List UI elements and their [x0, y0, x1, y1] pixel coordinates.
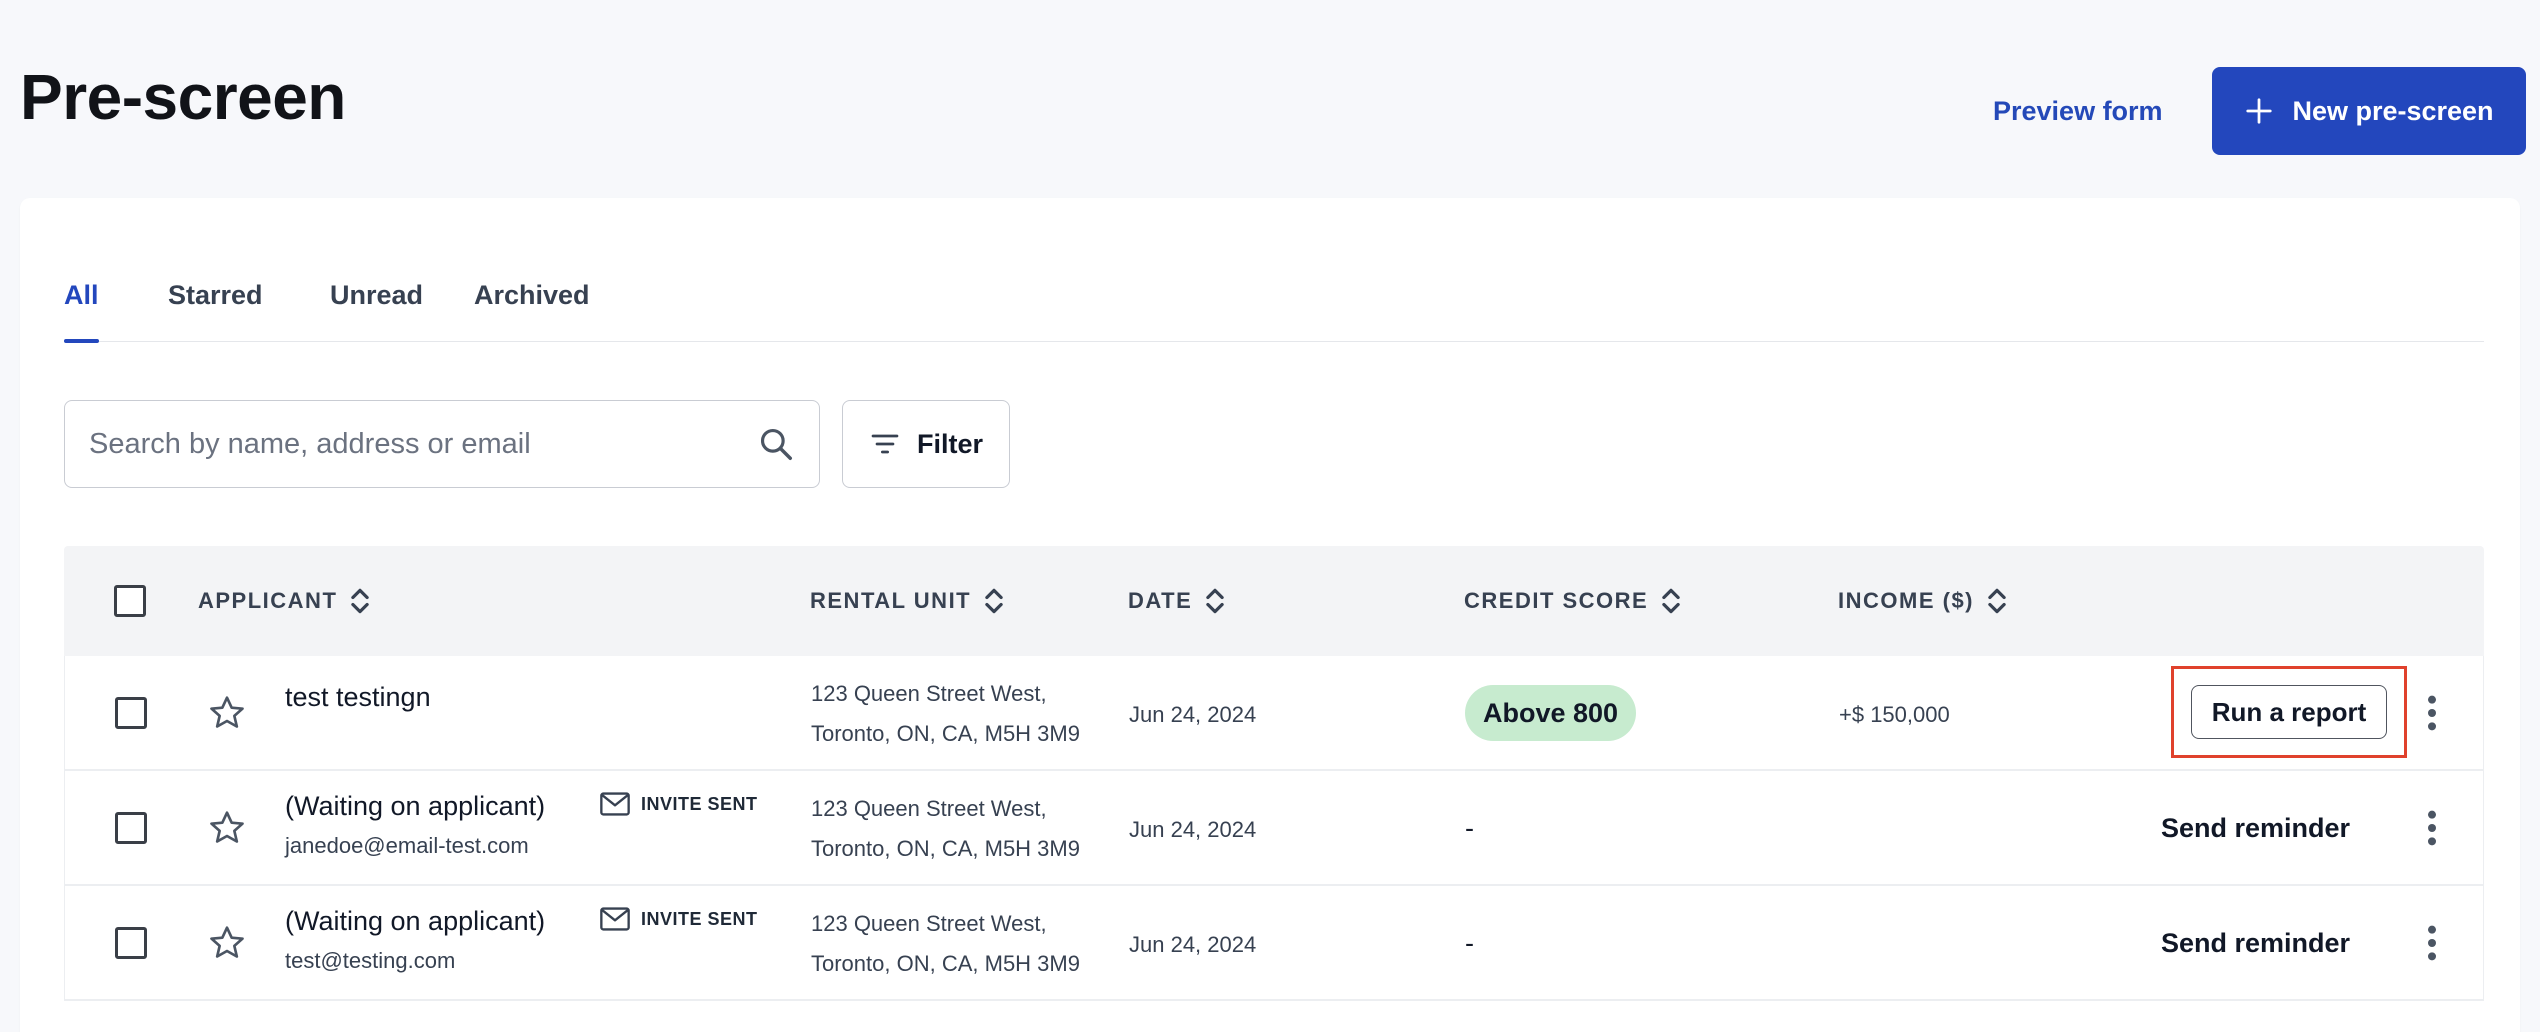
invite-sent-label: INVITE SENT [641, 908, 758, 929]
select-all-checkbox[interactable] [114, 585, 146, 617]
date-value: Jun 24, 2024 [1129, 817, 1257, 842]
date-value: Jun 24, 2024 [1129, 702, 1257, 727]
sort-icon[interactable] [349, 585, 371, 617]
filter-label: Filter [916, 428, 983, 459]
column-date-label: DATE [1128, 588, 1193, 613]
column-credit-score-label: CREDIT SCORE [1464, 588, 1649, 613]
sort-icon[interactable] [1204, 585, 1226, 617]
column-rental-unit-label: RENTAL UNIT [810, 588, 972, 613]
tab-bar: All Starred Unread Archived [64, 280, 2484, 343]
column-applicant: APPLICANT [198, 546, 371, 656]
credit-score-value: - [1465, 813, 1474, 843]
table-row[interactable]: test testingn 123 Queen Street West, Tor… [64, 656, 2484, 771]
search-box [64, 400, 820, 488]
search-input[interactable] [89, 427, 757, 461]
address-line-1: 123 Queen Street West, [811, 911, 1047, 936]
applicant-email: janedoe@email-test.com [285, 833, 529, 858]
address-line-2: Toronto, ON, CA, M5H 3M9 [811, 951, 1080, 976]
tab-starred[interactable]: Starred [168, 280, 263, 342]
search-icon[interactable] [757, 425, 795, 463]
tab-archived[interactable]: Archived [474, 280, 590, 342]
address-line-2: Toronto, ON, CA, M5H 3M9 [811, 836, 1080, 861]
row-checkbox[interactable] [115, 927, 147, 959]
invite-sent-status: INVITE SENT [599, 791, 758, 817]
mail-icon [600, 792, 630, 816]
star-icon[interactable] [207, 808, 247, 848]
new-pre-screen-label: New pre-screen [2292, 95, 2494, 126]
column-applicant-label: APPLICANT [198, 588, 338, 613]
credit-score-badge: Above 800 [1465, 685, 1637, 741]
column-income-label: INCOME ($) [1838, 588, 1974, 613]
send-reminder-button[interactable]: Send reminder [2161, 813, 2350, 844]
row-checkbox[interactable] [115, 812, 147, 844]
rental-unit-address: 123 Queen Street West, Toronto, ON, CA, … [811, 789, 1080, 869]
new-pre-screen-button[interactable]: New pre-screen [2212, 67, 2526, 155]
sort-icon[interactable] [983, 585, 1005, 617]
applicant-email: test@testing.com [285, 948, 456, 973]
applicant-name: (Waiting on applicant) [285, 791, 546, 821]
send-reminder-button[interactable]: Send reminder [2161, 928, 2350, 959]
column-income: INCOME ($) [1838, 546, 2008, 656]
address-line-1: 123 Queen Street West, [811, 681, 1047, 706]
sort-icon[interactable] [1986, 585, 2008, 617]
credit-score-value: - [1465, 928, 1474, 958]
row-checkbox[interactable] [115, 697, 147, 729]
column-credit-score: CREDIT SCORE [1464, 546, 1682, 656]
invite-sent-status: INVITE SENT [599, 906, 758, 932]
more-vertical-icon[interactable] [2425, 808, 2439, 848]
invite-sent-label: INVITE SENT [641, 793, 758, 814]
table-row[interactable]: (Waiting on applicant) INVITE SENT janed… [64, 771, 2484, 886]
address-line-2: Toronto, ON, CA, M5H 3M9 [811, 721, 1080, 746]
star-icon[interactable] [207, 693, 247, 733]
applicant-name: (Waiting on applicant) [285, 906, 546, 936]
plus-icon [2246, 98, 2273, 124]
address-line-1: 123 Queen Street West, [811, 796, 1047, 821]
more-vertical-icon[interactable] [2425, 923, 2439, 963]
more-vertical-icon[interactable] [2425, 693, 2439, 733]
filter-icon [871, 434, 899, 454]
table-row[interactable]: (Waiting on applicant) INVITE SENT test@… [64, 886, 2484, 1001]
tab-unread[interactable]: Unread [330, 280, 423, 342]
column-rental-unit: RENTAL UNIT [810, 546, 1005, 656]
page-title: Pre-screen [20, 61, 346, 133]
rental-unit-address: 123 Queen Street West, Toronto, ON, CA, … [811, 674, 1080, 754]
date-value: Jun 24, 2024 [1129, 932, 1257, 957]
applicants-table: APPLICANT RENTAL UNIT DATE CREDIT SCORE … [64, 546, 2484, 1001]
run-report-button[interactable]: Run a report [2191, 685, 2387, 739]
highlight-box: Run a report [2171, 666, 2407, 758]
sort-icon[interactable] [1660, 585, 1682, 617]
tab-all[interactable]: All [64, 280, 99, 343]
preview-form-link[interactable]: Preview form [1993, 96, 2163, 127]
mail-icon [600, 907, 630, 931]
column-date: DATE [1128, 546, 1226, 656]
star-icon[interactable] [207, 923, 247, 963]
rental-unit-address: 123 Queen Street West, Toronto, ON, CA, … [811, 904, 1080, 984]
applicant-name: test testingn [285, 682, 431, 712]
filter-button[interactable]: Filter [842, 400, 1010, 488]
income-value: +$ 150,000 [1839, 702, 1950, 727]
table-header: APPLICANT RENTAL UNIT DATE CREDIT SCORE … [64, 546, 2484, 656]
pre-screen-card: All Starred Unread Archived Filter APPLI… [20, 198, 2520, 1032]
